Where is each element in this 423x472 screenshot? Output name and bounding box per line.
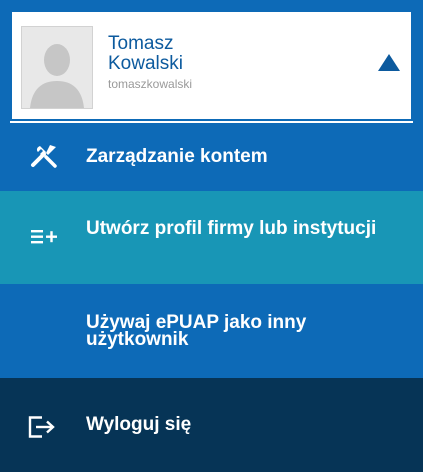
menu-left-border <box>0 0 10 125</box>
menu-top-border <box>0 0 423 10</box>
menu-item-label: Wyloguj się <box>86 414 192 435</box>
menu-item-label: Używaj ePUAP jako inny użytkownik <box>86 312 307 350</box>
tools-icon <box>30 143 58 174</box>
menu-item-label: Utwórz profil firmy lub instytucji <box>86 218 377 239</box>
menu-item-label: Zarządzanie kontem <box>86 146 268 167</box>
user-menu: Tomasz Kowalski tomaszkowalski Zarządzan… <box>0 0 423 472</box>
menu-item-account-management[interactable]: Zarządzanie kontem <box>0 123 423 191</box>
logout-icon <box>28 416 56 443</box>
user-login: tomaszkowalski <box>108 77 193 91</box>
user-last-name: Kowalski <box>108 53 183 74</box>
avatar <box>21 26 93 109</box>
menu-item-logout[interactable]: Wyloguj się <box>0 378 423 472</box>
person-silhouette-icon <box>22 27 92 108</box>
menu-item-use-as-other-user[interactable]: Używaj ePUAP jako inny użytkownik <box>0 284 423 378</box>
user-info: Tomasz Kowalski tomaszkowalski <box>108 34 348 92</box>
user-first-name: Tomasz <box>108 33 174 54</box>
menu-right-border <box>413 0 423 125</box>
caret-up-icon[interactable] <box>378 54 400 71</box>
user-card[interactable]: Tomasz Kowalski tomaszkowalski <box>10 10 413 121</box>
menu-item-create-company-profile[interactable]: Utwórz profil firmy lub instytucji <box>0 191 423 284</box>
list-add-icon <box>30 227 58 252</box>
